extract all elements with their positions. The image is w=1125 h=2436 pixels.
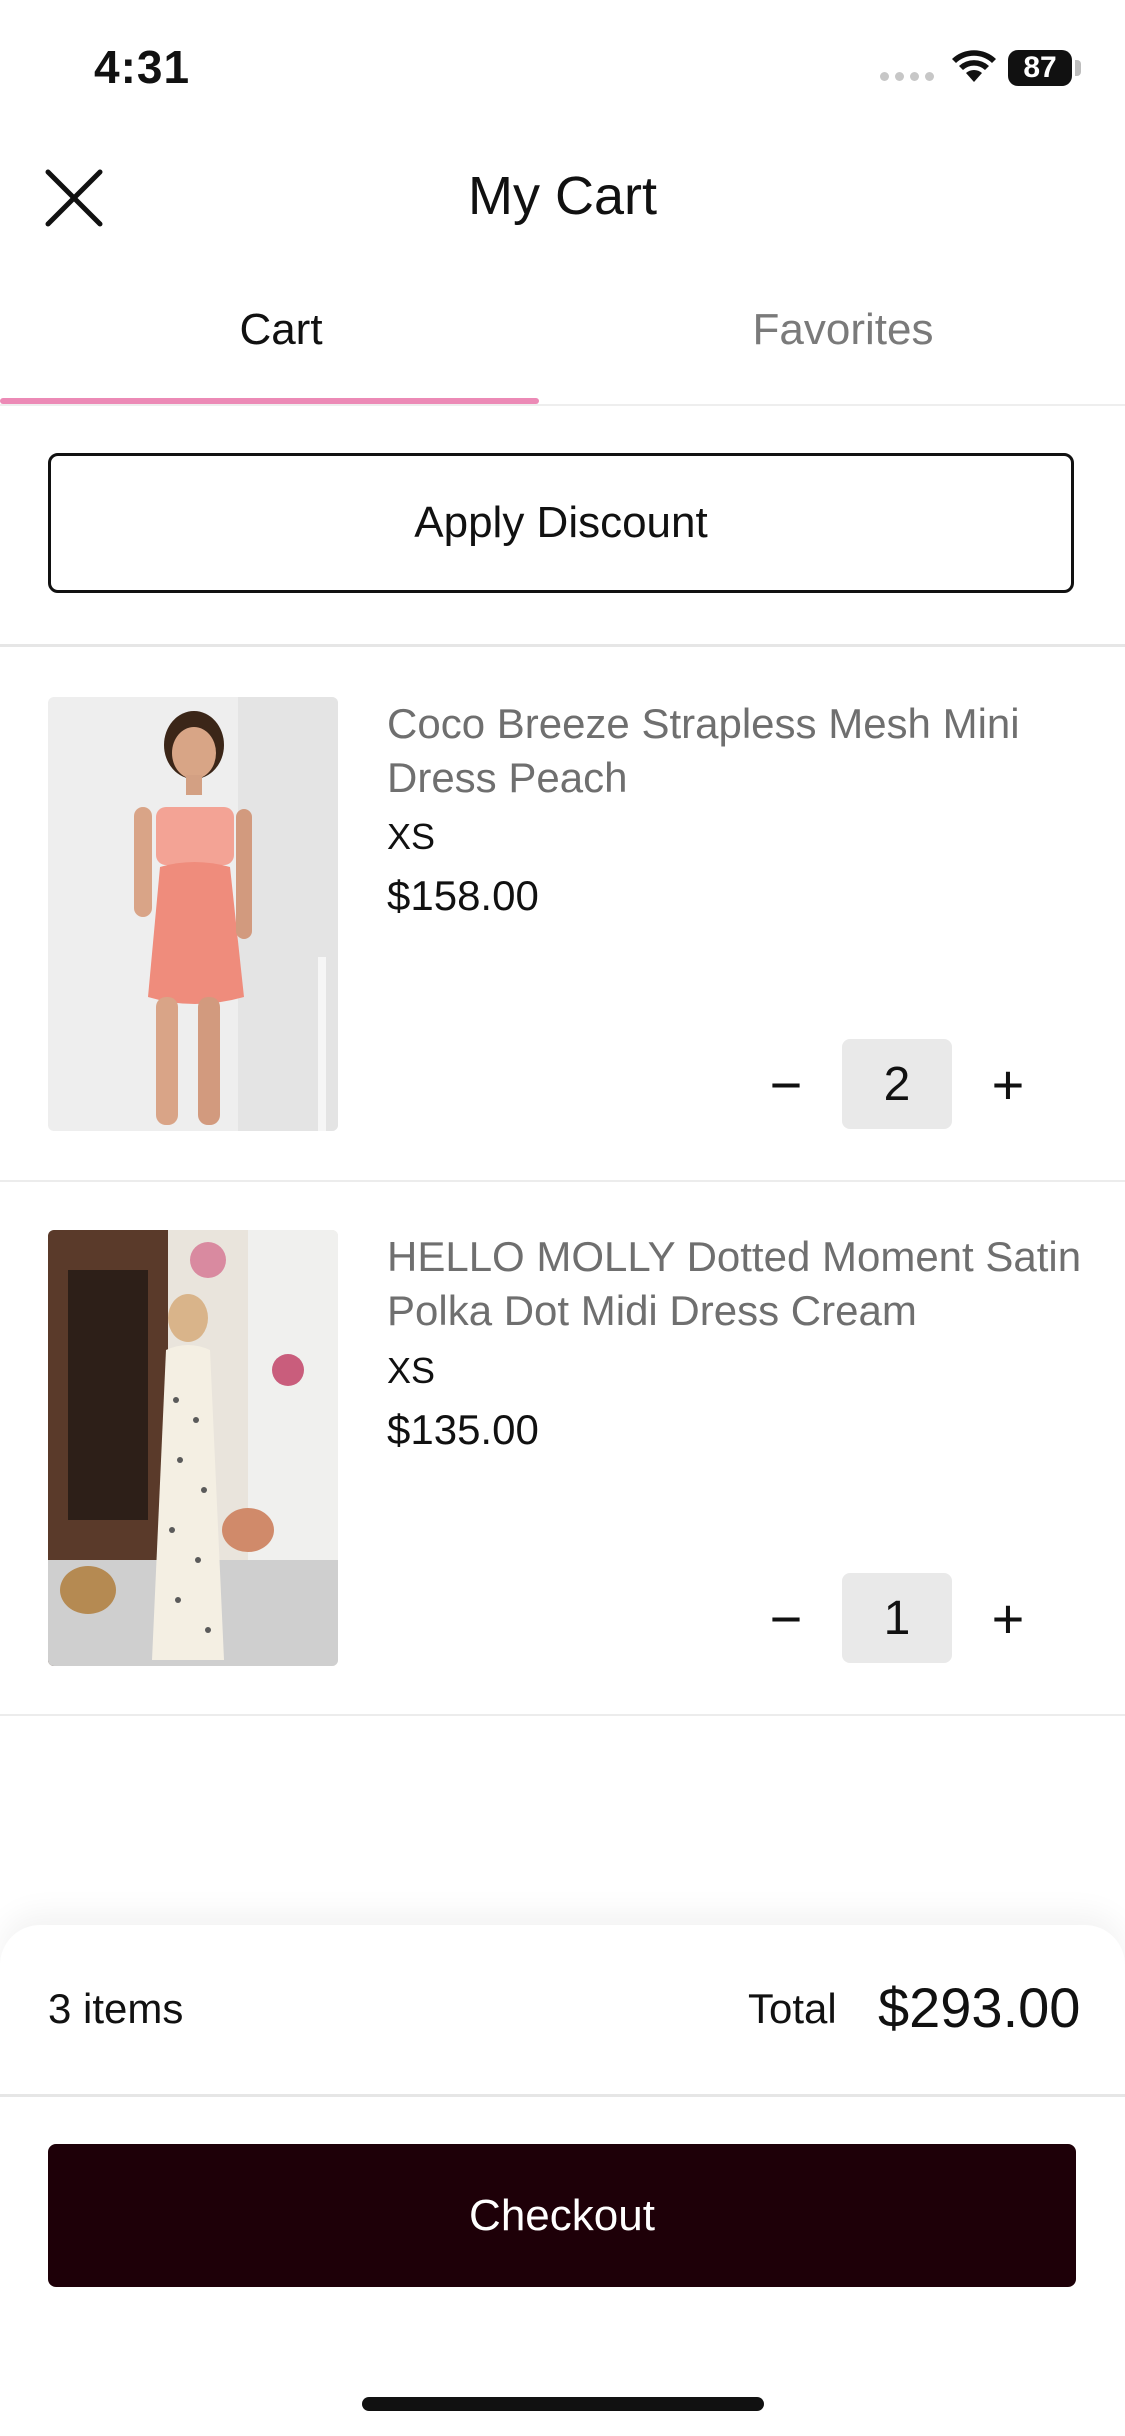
product-image-coco-breeze[interactable]: [48, 697, 338, 1131]
status-time: 4:31: [94, 41, 191, 93]
total-label: Total: [748, 1985, 837, 2032]
product-price: $135.00: [387, 1406, 539, 1453]
increase-quantity-button[interactable]: +: [978, 1587, 1038, 1650]
footer-divider: [0, 2094, 1125, 2097]
decrease-quantity-button[interactable]: −: [756, 1053, 816, 1116]
cellular-signal-icon: [880, 72, 936, 82]
apply-discount-button[interactable]: Apply Discount: [48, 453, 1074, 593]
battery-tip: [1075, 60, 1081, 76]
product-size: XS: [387, 1350, 436, 1391]
tab-cart[interactable]: Cart: [0, 305, 562, 355]
tab-favorites[interactable]: Favorites: [562, 305, 1124, 355]
quantity-value[interactable]: 2: [842, 1039, 952, 1129]
increase-quantity-button[interactable]: +: [978, 1053, 1038, 1116]
row-divider: [0, 1714, 1125, 1716]
items-count: 3 items: [48, 1985, 184, 2032]
page-title: My Cart: [468, 166, 657, 226]
row-divider: [0, 1180, 1125, 1182]
section-divider: [0, 644, 1125, 647]
checkout-button[interactable]: Checkout: [48, 2144, 1076, 2287]
product-name[interactable]: HELLO MOLLY Dotted Moment Satin Polka Do…: [387, 1230, 1087, 1338]
battery-indicator: 87: [1008, 50, 1072, 86]
quantity-value[interactable]: 1: [842, 1573, 952, 1663]
wifi-icon: [950, 48, 998, 89]
product-price: $158.00: [387, 872, 539, 919]
total-value: $293.00: [878, 1976, 1081, 2039]
decrease-quantity-button[interactable]: −: [756, 1587, 816, 1650]
tab-divider: [0, 404, 1125, 406]
product-name[interactable]: Coco Breeze Strapless Mesh Mini Dress Pe…: [387, 697, 1087, 805]
product-image-hello-molly[interactable]: [48, 1230, 338, 1666]
home-indicator[interactable]: [362, 2397, 764, 2411]
product-size: XS: [387, 816, 436, 857]
